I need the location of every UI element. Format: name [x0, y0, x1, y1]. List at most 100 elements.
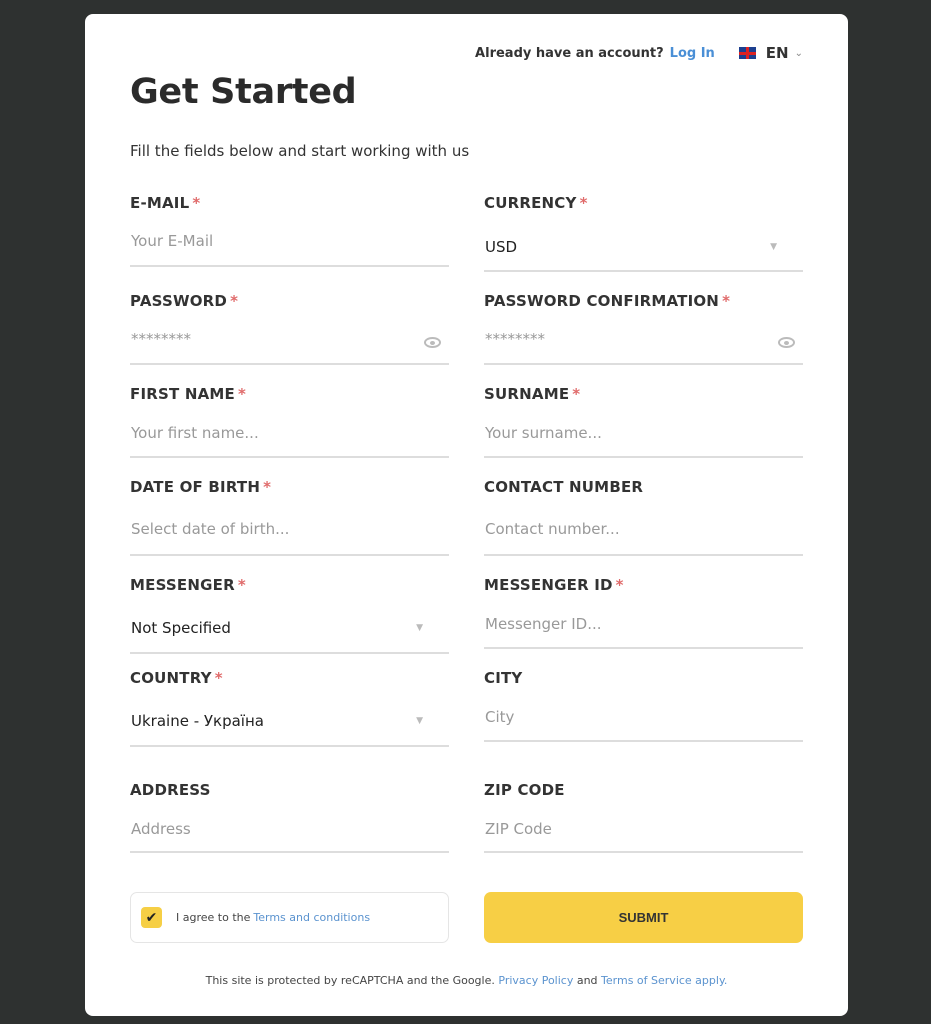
- messenger-id-field: Messenger ID * Messenger ID...: [484, 576, 803, 649]
- messenger-id-input[interactable]: Messenger ID...: [485, 615, 602, 633]
- zip-code-input[interactable]: ZIP Code: [485, 820, 552, 838]
- address-input[interactable]: Address: [131, 820, 191, 838]
- field-underline: [130, 851, 449, 853]
- password-confirmation-field: Password Confirmation * ********: [484, 292, 803, 365]
- required-mark: *: [572, 385, 581, 403]
- field-underline: [130, 554, 449, 556]
- e-mail-field: E-mail * Your E-Mail: [130, 194, 449, 267]
- currency-select[interactable]: USD: [485, 238, 517, 256]
- first-name-label: First Name *: [130, 385, 449, 403]
- terms-link[interactable]: Terms and conditions: [253, 911, 370, 924]
- required-mark: *: [579, 194, 588, 212]
- chevron-down-icon[interactable]: ⌄: [795, 48, 803, 59]
- field-underline: [484, 851, 803, 853]
- messenger-id-label: Messenger ID *: [484, 576, 803, 594]
- label-text: ZIP Code: [484, 781, 565, 799]
- country-field: Country * Ukraine - Україна ▼: [130, 669, 449, 747]
- terms-of-service-link[interactable]: Terms of Service apply.: [601, 974, 727, 987]
- eye-icon[interactable]: [424, 337, 441, 348]
- footer-and: and: [576, 974, 598, 987]
- caret-down-icon[interactable]: ▼: [770, 242, 777, 252]
- messenger-field: Messenger * Not Specified ▼: [130, 576, 449, 654]
- surname-input[interactable]: Your surname...: [485, 424, 602, 442]
- label-text: Surname: [484, 385, 570, 403]
- field-underline: [484, 554, 803, 556]
- submit-button[interactable]: SUBMIT: [484, 892, 803, 943]
- password-input[interactable]: ********: [131, 330, 191, 348]
- page-title: Get Started: [130, 72, 357, 112]
- country-select[interactable]: Ukraine - Україна: [131, 712, 264, 730]
- first-name-input[interactable]: Your first name...: [131, 424, 259, 442]
- label-text: City: [484, 669, 523, 687]
- login-link[interactable]: Log In: [670, 46, 715, 61]
- language-select[interactable]: EN: [766, 44, 789, 62]
- required-mark: *: [615, 576, 624, 594]
- field-underline: [484, 456, 803, 458]
- label-text: First Name: [130, 385, 235, 403]
- footer-text: This site is protected by reCAPTCHA and …: [205, 974, 495, 987]
- uk-flag-icon[interactable]: [738, 47, 756, 59]
- first-name-field: First Name * Your first name...: [130, 385, 449, 458]
- already-text: Already have an account?: [475, 45, 664, 61]
- field-underline: [130, 363, 449, 365]
- e-mail-input[interactable]: Your E-Mail: [131, 232, 213, 250]
- address-label: Address: [130, 781, 449, 799]
- label-text: Country: [130, 669, 212, 687]
- zip-code-field: ZIP Code ZIP Code: [484, 781, 803, 853]
- field-underline: [484, 740, 803, 742]
- zip-code-label: ZIP Code: [484, 781, 803, 799]
- password-confirmation-label: Password Confirmation *: [484, 292, 803, 310]
- label-text: Password Confirmation: [484, 292, 720, 310]
- label-text: E-mail: [130, 194, 190, 212]
- top-bar: Already have an account? Log In EN ⌄: [475, 44, 803, 62]
- required-mark: *: [230, 292, 239, 310]
- required-mark: *: [237, 576, 246, 594]
- label-text: Currency: [484, 194, 577, 212]
- field-underline: [130, 265, 449, 267]
- label-text: Address: [130, 781, 211, 799]
- required-mark: *: [192, 194, 201, 212]
- date-of-birth-label: Date of Birth *: [130, 478, 449, 496]
- label-text: Messenger: [130, 576, 235, 594]
- contact-number-input[interactable]: Contact number...: [485, 520, 620, 538]
- field-underline: [484, 270, 803, 272]
- recaptcha-notice: This site is protected by reCAPTCHA and …: [85, 974, 848, 987]
- field-underline: [130, 456, 449, 458]
- eye-icon[interactable]: [778, 337, 795, 348]
- e-mail-label: E-mail *: [130, 194, 449, 212]
- date-of-birth-field: Date of Birth * Select date of birth...: [130, 478, 449, 556]
- required-mark: *: [263, 478, 272, 496]
- city-label: City: [484, 669, 803, 687]
- currency-field: Currency * USD ▼: [484, 194, 803, 272]
- password-confirmation-input[interactable]: ********: [485, 330, 545, 348]
- required-mark: *: [237, 385, 247, 403]
- surname-field: Surname * Your surname...: [484, 385, 803, 458]
- password-field: Password * ********: [130, 292, 449, 365]
- label-text: Date of Birth: [130, 478, 261, 496]
- caret-down-icon[interactable]: ▼: [416, 716, 423, 726]
- surname-label: Surname *: [484, 385, 803, 403]
- signup-card: Already have an account? Log In EN ⌄ Get…: [85, 14, 848, 1016]
- country-label: Country *: [130, 669, 449, 687]
- field-underline: [130, 745, 449, 747]
- contact-number-label: Contact Number: [484, 478, 803, 496]
- messenger-select[interactable]: Not Specified: [131, 619, 231, 637]
- contact-number-field: Contact Number Contact number...: [484, 478, 803, 556]
- field-underline: [130, 652, 449, 654]
- field-underline: [484, 363, 803, 365]
- label-text: Contact Number: [484, 478, 644, 496]
- privacy-policy-link[interactable]: Privacy Policy: [498, 974, 573, 987]
- address-field: Address Address: [130, 781, 449, 853]
- required-mark: *: [214, 669, 223, 687]
- caret-down-icon[interactable]: ▼: [416, 623, 423, 633]
- terms-checkbox[interactable]: ✔: [141, 907, 162, 928]
- date-of-birth-input[interactable]: Select date of birth...: [131, 520, 289, 538]
- agree-text: I agree to the: [176, 911, 251, 924]
- label-text: Messenger ID: [484, 576, 613, 594]
- label-text: Password: [130, 292, 228, 310]
- messenger-label: Messenger *: [130, 576, 449, 594]
- password-label: Password *: [130, 292, 449, 310]
- city-input[interactable]: City: [485, 708, 514, 726]
- city-field: City City: [484, 669, 803, 742]
- page-subtitle: Fill the fields below and start working …: [130, 142, 470, 160]
